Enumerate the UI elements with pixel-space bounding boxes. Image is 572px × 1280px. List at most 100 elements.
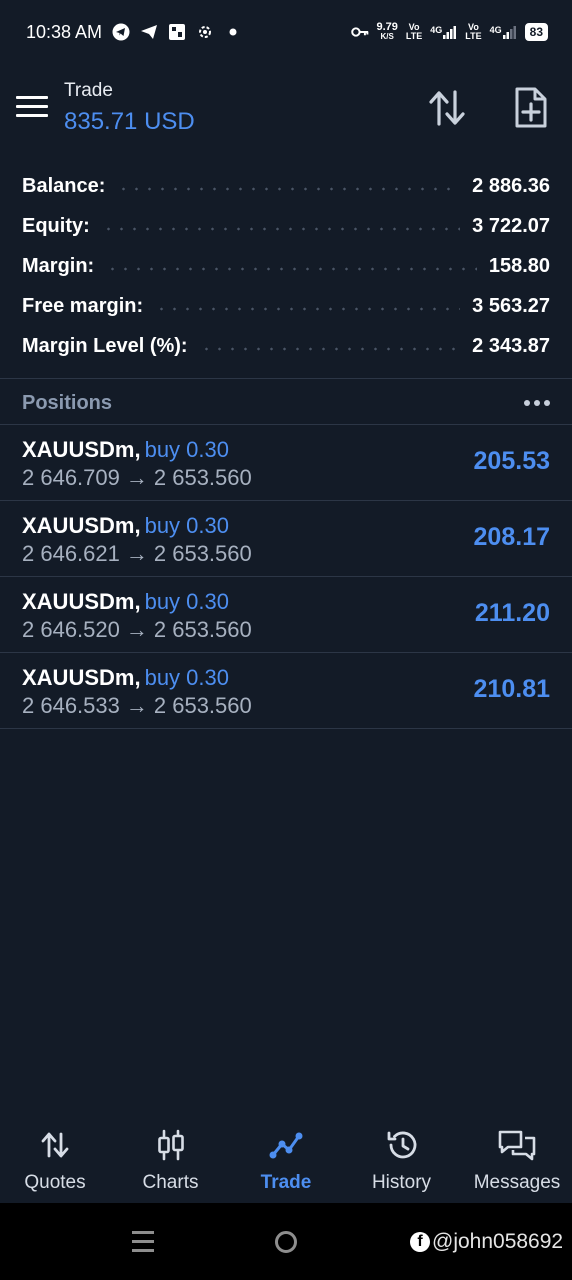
summary-value: 2 886.36 [472,174,550,197]
status-left: 10:38 AM [26,22,242,43]
position-row[interactable]: XAUUSDm, buy 0.30 2 646.709 → 2 653.560 205… [0,425,572,501]
position-profit: 211.20 [474,599,550,627]
position-symbol: XAUUSDm, [22,437,141,462]
nav-charts[interactable]: Charts [116,1118,226,1202]
summary-row-free-margin: Free margin: 3 563.27 [0,286,572,326]
facebook-icon: f [410,1232,430,1252]
history-icon [387,1131,416,1159]
sim2-signal: 4G [490,25,517,39]
positions-header: Positions [0,380,572,426]
menu-icon-line [16,96,48,99]
recent-apps-button[interactable] [132,1231,154,1253]
position-current-price: 2 653.560 [153,465,252,490]
menu-icon-line [16,105,48,108]
signal-icon [443,26,457,39]
sim1-signal: 4G [430,25,457,39]
positions-list: XAUUSDm, buy 0.30 2 646.709 → 2 653.560 205… [0,425,572,729]
summary-row-balance: Balance: 2 886.36 [0,166,572,206]
position-prices: 2 646.709 → 2 653.560 [22,465,252,491]
system-nav-bar: f @john058692 [0,1203,572,1280]
position-side: buy 0.30 [144,589,229,614]
app-icon [168,23,186,41]
summary-label: Balance: [22,174,106,197]
summary-label: Margin: [22,254,95,277]
dotted-leader [101,227,461,231]
position-row[interactable]: XAUUSDm, buy 0.30 2 646.520 → 2 653.560 211… [0,577,572,653]
position-symbol: XAUUSDm, [22,665,141,690]
summary-label: Equity: [22,214,90,237]
arrow-icon: → [125,693,148,718]
net-speed-value: 9.79 [376,21,398,33]
position-open-price: 2 646.520 [22,617,120,642]
position-current-price: 2 653.560 [153,693,252,718]
position-title: XAUUSDm, buy 0.30 [22,437,229,463]
nav-messages[interactable]: Messages [462,1118,572,1202]
net-speed: 9.79 K/S [376,21,398,42]
telegram-icon [112,23,130,41]
messages-icon [498,1130,536,1161]
position-row[interactable]: XAUUSDm, buy 0.30 2 646.621 → 2 653.560 208… [0,501,572,577]
position-open-price: 2 646.709 [22,465,120,490]
volte-badge-1: Vo LTE [406,23,422,41]
position-prices: 2 646.621 → 2 653.560 [22,541,252,567]
status-time: 10:38 AM [26,21,103,42]
sort-button[interactable] [426,88,468,128]
trade-icon [269,1132,303,1159]
nav-label: Trade [260,1172,312,1193]
quotes-icon [41,1132,69,1158]
position-prices: 2 646.533 → 2 653.560 [22,693,252,719]
dotted-leader [106,267,477,271]
position-title: XAUUSDm, buy 0.30 [22,589,229,615]
home-button[interactable] [275,1231,297,1253]
summary-row-margin-level: Margin Level (%): 2 343.87 [0,326,572,366]
nav-label: Messages [473,1172,561,1193]
summary-label: Free margin: [22,294,144,317]
dotted-leader [117,187,461,191]
menu-icon-line [16,114,48,117]
status-bar: 10:38 AM 9.79 K/S Vo LTE 4G Vo LTE 4G 83 [0,0,572,64]
settings-icon [196,23,214,41]
position-prices: 2 646.520 → 2 653.560 [22,617,252,643]
position-row[interactable]: XAUUSDm, buy 0.30 2 646.533 → 2 653.560 210… [0,653,572,729]
position-profit: 205.53 [473,447,550,475]
nav-quotes[interactable]: Quotes [0,1118,110,1202]
position-side: buy 0.30 [144,513,229,538]
summary-value: 3 563.27 [472,294,550,317]
header-balance: 835.71 USD [64,108,195,135]
page-title: Trade [64,80,113,101]
summary-value: 2 343.87 [472,334,550,357]
volte-1-bottom: LTE [405,31,423,41]
nav-history[interactable]: History [347,1118,457,1202]
nav-label: Quotes [24,1172,86,1193]
summary-value: 3 722.07 [472,214,550,237]
sim2-net: 4G [489,25,502,35]
summary-row-margin: Margin: 158.80 [0,246,572,286]
bottom-nav: Quotes Charts Trade History Messages [0,1118,572,1202]
position-profit: 210.81 [473,675,550,703]
position-current-price: 2 653.560 [153,617,252,642]
position-side: buy 0.30 [144,437,229,462]
watermark: f @john058692 [410,1230,563,1254]
sim1-net: 4G [430,25,443,35]
position-title: XAUUSDm, buy 0.30 [22,513,229,539]
summary-label: Margin Level (%): [22,334,188,357]
position-symbol: XAUUSDm, [22,589,141,614]
summary-row-equity: Equity: 3 722.07 [0,206,572,246]
more-options-icon[interactable] [524,400,550,406]
nav-label: Charts [142,1172,199,1193]
arrow-icon: → [125,617,148,642]
volte-2-bottom: LTE [465,31,482,41]
arrow-icon: → [125,541,148,566]
account-summary: Balance: 2 886.36 Equity: 3 722.07 Margi… [0,166,572,366]
menu-button[interactable] [16,96,48,120]
arrow-icon: → [125,465,148,490]
new-order-button[interactable] [510,86,550,130]
position-open-price: 2 646.621 [22,541,120,566]
volte-badge-2: Vo LTE [465,23,481,41]
net-speed-unit: K/S [380,32,394,41]
status-right: 9.79 K/S Vo LTE 4G Vo LTE 4G 83 [350,21,548,42]
nav-trade[interactable]: Trade [231,1118,341,1202]
send-icon [140,23,158,41]
summary-value: 158.80 [488,254,550,277]
position-current-price: 2 653.560 [153,541,252,566]
